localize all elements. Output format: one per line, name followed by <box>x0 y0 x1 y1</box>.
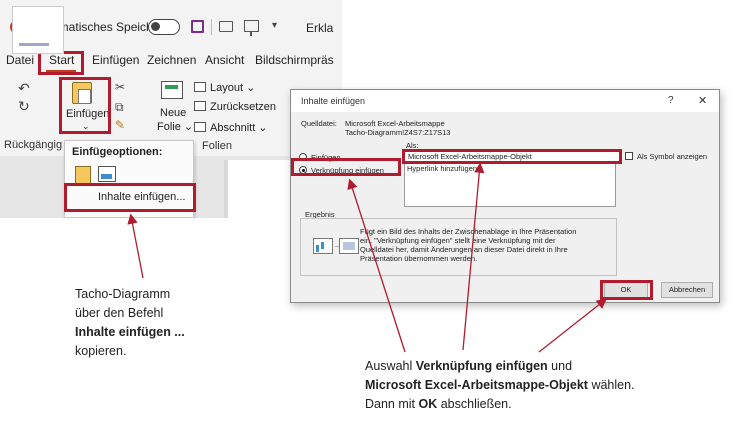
tab-ansicht[interactable]: Ansicht <box>205 53 244 67</box>
paste-special-dialog: Inhalte einfügen ? ✕ Quelldatei: Microso… <box>290 89 720 303</box>
ok-button-highlight <box>600 280 653 300</box>
cut-icon[interactable]: ✂ <box>115 80 125 94</box>
result-text-3: Quelldatei her, damit Änderungen an dies… <box>360 245 568 254</box>
source-file-type: Microsoft Excel-Arbeitsmappe <box>345 119 445 128</box>
new-slide-label[interactable]: Neue <box>160 107 186 119</box>
reset-button[interactable]: Zurücksetzen <box>194 101 276 113</box>
reset-label: Zurücksetzen <box>210 101 277 113</box>
left-note-line4: kopieren. <box>75 344 127 358</box>
new-slide-icon <box>161 81 183 99</box>
start-tab-highlight <box>38 51 84 75</box>
undo-icon[interactable]: ↶ <box>18 80 30 97</box>
help-icon[interactable]: ? <box>668 95 674 106</box>
right-note-bold: Verknüpfung einfügen <box>415 359 548 373</box>
tab-zeichnen[interactable]: Zeichnen <box>147 53 196 67</box>
close-icon[interactable]: ✕ <box>698 94 707 107</box>
right-note-bold: OK <box>418 397 438 411</box>
result-text-2: ein. "Verknüpfung einfügen" stellt eine … <box>360 236 556 245</box>
as-symbol-label: Als Symbol anzeigen <box>637 152 708 161</box>
redo-icon[interactable]: ↻ <box>18 98 30 115</box>
save-icon[interactable] <box>191 20 204 33</box>
dialog-title: Inhalte einfügen <box>301 96 366 106</box>
arrow-to-paste-special <box>127 213 144 279</box>
present-from-start-icon[interactable] <box>244 20 259 36</box>
tab-datei[interactable]: Datei <box>6 53 34 67</box>
result-text-1: Fügt ein Bild des Inhalts der Zwischenab… <box>360 227 577 236</box>
source-label: Quelldatei: <box>301 119 337 128</box>
right-note-text: Dann mit <box>365 397 419 411</box>
right-note-line1: Auswahl Verknüpfung einfügen und <box>365 357 635 376</box>
right-note-bold: Microsoft Excel-Arbeitsmappe-Objekt <box>365 378 588 392</box>
slides-group-label: Folien <box>202 140 232 152</box>
as-symbol-checkbox[interactable] <box>625 152 633 160</box>
list-item-excel-object-label: Microsoft Excel-Arbeitsmappe-Objekt <box>408 152 532 161</box>
customize-toolbar-icon[interactable]: ▾ <box>272 20 277 31</box>
right-note-line2: Microsoft Excel-Arbeitsmappe-Objekt wähl… <box>365 376 635 395</box>
tab-bildschirmpraesentation[interactable]: Bildschirmpräs <box>255 53 334 67</box>
tab-einfuegen[interactable]: Einfügen <box>92 53 139 67</box>
right-note-text: abschließen. <box>437 397 512 411</box>
reset-icon <box>194 101 206 111</box>
document-title: Erkla <box>306 21 334 35</box>
paste-as-picture-icon[interactable] <box>98 166 116 182</box>
list-item-hyperlink[interactable]: Hyperlink hinzufügen <box>407 164 477 173</box>
paste-options-title: Einfügeoptionen: <box>72 146 163 158</box>
left-note-line1: Tacho-Diagramm <box>75 287 171 301</box>
left-instruction-note: Tacho-Diagramm über den Befehl Inhalte e… <box>75 285 185 361</box>
right-note-text: Auswahl <box>365 359 416 373</box>
paste-button[interactable] <box>59 77 111 134</box>
right-note-text: und <box>547 359 573 373</box>
slide-thumbnail[interactable] <box>12 6 64 54</box>
copy-icon[interactable]: ⧉ <box>115 100 124 115</box>
new-slide-dropdown[interactable]: Folie ⌄ <box>157 120 193 133</box>
left-note-line2: über den Befehl <box>75 306 164 320</box>
format-painter-icon[interactable]: ✎ <box>115 118 125 132</box>
toolbar-divider <box>211 19 212 35</box>
layout-icon <box>194 82 206 92</box>
section-label: Abschnitt ⌄ <box>210 122 268 134</box>
left-note-line3: Inhalte einfügen ... <box>75 325 185 339</box>
paste-link-highlight <box>291 158 401 176</box>
section-button[interactable]: Abschnitt ⌄ <box>194 121 268 134</box>
autosave-toggle[interactable] <box>148 19 180 35</box>
right-note-text: wählen. <box>587 378 635 392</box>
right-note-line3: Dann mit OK abschließen. <box>365 395 635 414</box>
layout-button[interactable]: Layout ⌄ <box>194 81 255 94</box>
paste-special-label: Inhalte einfügen... <box>98 191 186 203</box>
layout-label: Layout ⌄ <box>210 82 256 94</box>
source-range: Tacho-Diagramm!Z4S7:Z17S13 <box>345 128 451 137</box>
arrow-to-ok <box>538 298 608 353</box>
cancel-button[interactable]: Abbrechen <box>661 282 713 298</box>
presentation-icon <box>339 238 359 254</box>
right-instruction-note: Auswahl Verknüpfung einfügen und Microso… <box>365 357 635 414</box>
result-text-4: Präsentation übernommen werden. <box>360 254 478 263</box>
keep-source-formatting-icon[interactable] <box>75 166 91 184</box>
section-icon <box>194 122 206 132</box>
undo-group-label: Rückgängig <box>4 139 63 151</box>
chart-icon <box>313 238 333 254</box>
open-folder-icon[interactable] <box>219 21 233 32</box>
